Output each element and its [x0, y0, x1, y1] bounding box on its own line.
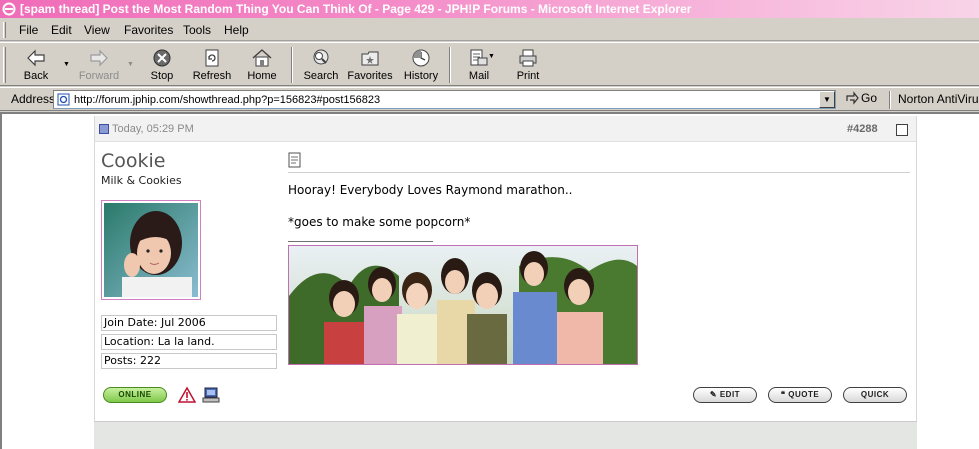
online-status-badge: ONLINE — [103, 387, 167, 403]
report-warning-icon[interactable] — [178, 386, 196, 404]
address-dropdown-icon[interactable]: ▼ — [819, 91, 835, 108]
history-label: History — [403, 70, 439, 82]
home-label: Home — [247, 70, 277, 82]
back-dropdown-icon[interactable]: ▼ — [63, 61, 70, 68]
post-date: Today, 05:29 PM — [112, 123, 194, 135]
history-button[interactable]: History — [400, 45, 442, 85]
user-title: Milk & Cookies — [101, 174, 182, 187]
menu-bar: File Edit View Favorites Tools Help — [0, 19, 979, 41]
window-title-bar: [spam thread] Post the Most Random Thing… — [0, 0, 979, 18]
internet-explorer-icon — [2, 2, 16, 16]
post-count: Posts: 222 — [101, 353, 277, 369]
signature-photo — [289, 246, 637, 364]
forum-post: Today, 05:29 PM #4288 Cookie Milk & Cook… — [94, 116, 917, 421]
mail-button[interactable]: Mail — [462, 45, 496, 85]
address-bar: Address ▼ Go Norton AntiVirus — [0, 87, 979, 111]
address-field[interactable]: ▼ — [53, 90, 836, 109]
edit-pencil-icon: ✎ — [709, 390, 720, 399]
menu-file[interactable]: File — [19, 23, 38, 37]
message-icon — [288, 152, 301, 168]
location: Location: La la land. — [101, 334, 277, 350]
username-link[interactable]: Cookie — [101, 150, 166, 172]
message-text-line2: *goes to make some popcorn* — [288, 215, 471, 229]
join-date: Join Date: Jul 2006 — [101, 315, 277, 331]
history-clock-icon — [412, 49, 430, 67]
post-header: Today, 05:29 PM #4288 — [95, 116, 916, 142]
computer-ip-icon[interactable] — [202, 386, 220, 404]
forward-button[interactable]: Forward — [76, 45, 122, 85]
forward-dropdown-icon[interactable]: ▼ — [127, 61, 134, 68]
post-footer-band — [94, 421, 917, 449]
favorites-button[interactable]: Favorites — [346, 45, 394, 85]
menu-tools[interactable]: Tools — [183, 23, 211, 37]
edit-label: EDIT — [719, 390, 741, 399]
message-text-line1: Hooray! Everybody Loves Raymond marathon… — [288, 183, 573, 197]
home-icon — [252, 49, 272, 67]
refresh-button[interactable]: Refresh — [190, 45, 234, 85]
page-icon — [57, 93, 70, 106]
message-divider — [288, 172, 910, 173]
toolbar-separator — [449, 47, 451, 83]
go-label: Go — [861, 91, 878, 105]
edit-button[interactable]: ✎ EDIT — [693, 387, 757, 403]
toolbar-grip[interactable] — [3, 47, 6, 83]
menubar-grip[interactable] — [3, 22, 6, 38]
go-arrow-icon — [846, 91, 859, 105]
forward-label: Forward — [78, 70, 120, 82]
back-button[interactable]: Back — [14, 45, 58, 85]
page-viewport[interactable]: Today, 05:29 PM #4288 Cookie Milk & Cook… — [0, 112, 979, 449]
refresh-icon — [205, 49, 219, 67]
stop-label: Stop — [150, 70, 174, 82]
menu-favorites[interactable]: Favorites — [124, 23, 173, 37]
menu-edit[interactable]: Edit — [51, 23, 72, 37]
menu-view[interactable]: View — [84, 23, 110, 37]
refresh-label: Refresh — [192, 70, 232, 82]
home-button[interactable]: Home — [242, 45, 282, 85]
signature-divider — [288, 241, 433, 242]
stop-button[interactable]: Stop — [143, 45, 181, 85]
toolbar-separator — [291, 47, 293, 83]
menu-help[interactable]: Help — [224, 23, 249, 37]
mail-dropdown-icon[interactable]: ▼ — [488, 53, 495, 60]
print-button[interactable]: Print — [510, 45, 546, 85]
address-label: Address — [11, 92, 56, 106]
url-input[interactable] — [74, 92, 814, 107]
search-icon — [313, 49, 329, 65]
stop-icon — [153, 49, 171, 67]
quick-reply-button[interactable]: QUICK — [843, 387, 907, 403]
printer-icon — [519, 49, 537, 67]
forward-arrow-icon — [90, 49, 108, 67]
search-label: Search — [303, 70, 339, 82]
post-number-link[interactable]: #4288 — [847, 123, 878, 135]
mail-label: Mail — [468, 70, 490, 82]
favorites-label: Favorites — [347, 70, 393, 82]
signature-image — [288, 245, 638, 365]
standard-toolbar: Back ▼ Forward ▼ Stop Refresh Home Searc… — [0, 42, 979, 86]
window-title: [spam thread] Post the Most Random Thing… — [20, 2, 692, 16]
post-icon — [99, 124, 109, 134]
norton-antivirus-button[interactable]: Norton AntiVirus — [898, 92, 979, 106]
quote-button[interactable]: ❝ QUOTE — [768, 387, 832, 403]
quote-label: QUOTE — [788, 390, 820, 399]
favorites-folder-icon — [361, 51, 379, 66]
post-select-checkbox[interactable] — [896, 124, 908, 136]
print-label: Print — [516, 70, 540, 82]
avatar — [101, 200, 201, 300]
quick-label: QUICK — [860, 390, 890, 399]
avatar-image — [104, 203, 198, 297]
go-button[interactable]: Go — [845, 91, 877, 105]
mail-icon — [470, 49, 488, 66]
back-label: Back — [23, 70, 49, 82]
search-button[interactable]: Search — [300, 45, 342, 85]
back-arrow-icon — [27, 49, 45, 67]
addressbar-separator — [889, 91, 891, 109]
